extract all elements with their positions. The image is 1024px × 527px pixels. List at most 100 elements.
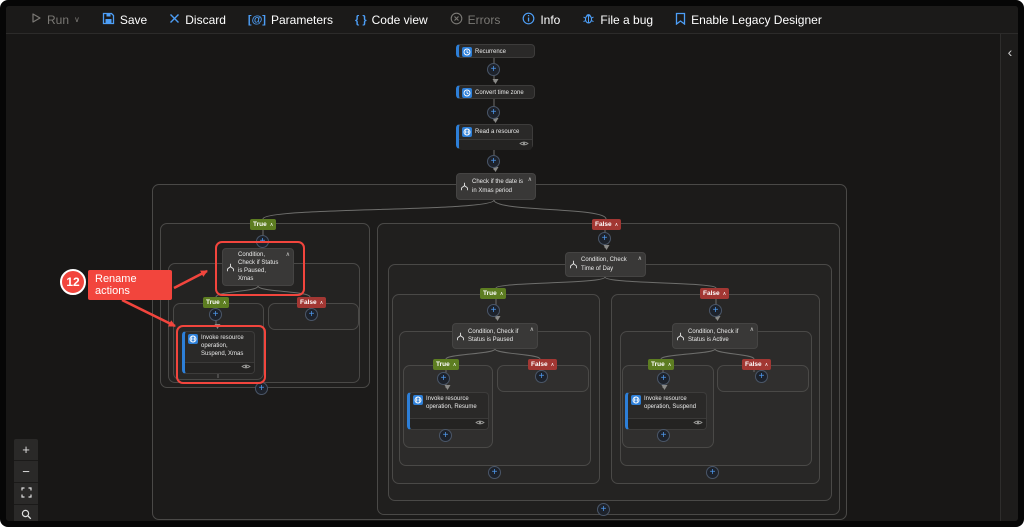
zoom-in-button[interactable]: + [14,439,38,461]
collapse-caret-icon[interactable]: ∧ [270,222,274,228]
add-action-button[interactable]: + [755,370,768,383]
add-action-button[interactable]: + [535,370,548,383]
collapse-caret-icon[interactable]: ∧ [638,255,642,263]
node-convert-time-zone[interactable]: Convert time zone [456,85,535,99]
plus-icon: + [259,384,265,394]
plus-icon: + [309,310,315,320]
node-read-resource[interactable]: Read a resource [456,124,533,149]
add-action-button[interactable]: + [598,232,611,245]
parameters-button[interactable]: [@] Parameters [248,13,333,27]
legacy-label: Enable Legacy Designer [691,13,822,27]
connection-eye-icon [693,419,703,429]
add-action-button[interactable]: + [487,106,500,119]
node-condition-status-active[interactable]: Condition, Check if Status is Active ∧ [672,323,758,349]
zoom-search-button[interactable] [14,505,38,521]
fit-to-window-button[interactable] [14,483,38,505]
collapse-caret-icon[interactable]: ∧ [750,326,754,334]
add-action-button[interactable]: + [305,308,318,321]
true-branch-badge[interactable]: True∧ [203,297,229,308]
run-button[interactable]: Run ∨ [30,12,80,27]
plus-icon: + [491,65,497,75]
false-branch-badge[interactable]: False∧ [592,219,621,230]
file-a-bug-button[interactable]: File a bug [582,12,653,28]
add-action-button[interactable]: + [597,503,610,516]
node-label: Condition, Check if Status is Paused [468,328,527,344]
false-branch-badge[interactable]: False∧ [528,359,557,370]
true-branch-badge[interactable]: True∧ [433,359,459,370]
collapse-caret-icon[interactable]: ∧ [723,291,727,297]
add-action-button[interactable]: + [487,304,500,317]
collapse-caret-icon[interactable]: ∧ [453,362,457,368]
node-check-xmas-condition[interactable]: Check if the date is in Xmas period ∧ [456,173,536,200]
error-circle-icon [450,12,463,28]
plus-icon: + [213,310,219,320]
badge-label: False [300,299,317,306]
code-view-button[interactable]: { } Code view [355,13,428,27]
add-action-button[interactable]: + [709,304,722,317]
node-condition-status-paused[interactable]: Condition, Check if Status is Paused ∧ [452,323,538,349]
run-label: Run [47,13,69,27]
azure-resource-icon [413,395,423,405]
condition-icon [569,260,578,269]
plus-icon: + [491,306,497,316]
collapse-caret-icon[interactable]: ∧ [551,362,555,368]
node-invoke-resume[interactable]: Invoke resource operation, Resume [407,392,489,430]
collapse-caret-icon[interactable]: ∧ [320,300,324,306]
minus-icon: − [22,464,30,479]
node-label: Invoke resource operation, Resume [426,395,485,411]
badge-label: False [703,290,720,297]
code-view-label: Code view [372,13,428,27]
add-action-button[interactable]: + [439,429,452,442]
badge-label: False [531,361,548,368]
discard-button[interactable]: Discard [169,13,226,27]
collapse-caret-icon[interactable]: ∧ [615,222,619,228]
add-action-button[interactable]: + [488,466,501,479]
add-action-button[interactable]: + [657,429,670,442]
collapse-caret-icon[interactable]: ∧ [500,291,504,297]
add-action-button[interactable]: + [706,466,719,479]
node-condition-time-of-day[interactable]: Condition, Check Time of Day ∧ [565,252,646,277]
node-label: Condition, Check Time of Day [581,256,635,272]
errors-button[interactable]: Errors [450,12,501,28]
collapse-panel-button[interactable]: ‹ [1001,34,1018,60]
chevron-down-icon: ∨ [74,15,80,24]
add-action-button[interactable]: + [657,372,670,385]
collapse-caret-icon[interactable]: ∧ [668,362,672,368]
false-branch-badge[interactable]: False∧ [742,359,771,370]
fit-screen-icon [21,486,32,501]
plus-icon: + [661,431,667,441]
false-branch-badge[interactable]: False∧ [297,297,326,308]
badge-label: True [651,361,665,368]
add-action-button[interactable]: + [209,308,222,321]
azure-resource-icon [462,127,472,137]
zoom-out-button[interactable]: − [14,461,38,483]
parameters-icon: [@] [248,14,266,26]
node-recurrence[interactable]: Recurrence [456,44,535,58]
true-branch-badge[interactable]: True∧ [648,359,674,370]
node-invoke-suspend[interactable]: Invoke resource operation, Suspend [625,392,707,430]
add-action-button[interactable]: + [437,372,450,385]
right-panel-strip: ‹ [1000,34,1018,521]
save-button[interactable]: Save [102,12,147,28]
plus-icon: + [443,431,449,441]
true-branch-badge[interactable]: True∧ [250,219,276,230]
flow-canvas[interactable]: Recurrence Convert time zone Read a reso… [6,34,1018,521]
add-action-button[interactable]: + [487,63,500,76]
add-action-button[interactable]: + [487,155,500,168]
discard-label: Discard [185,13,226,27]
info-button[interactable]: Info [522,12,560,28]
collapse-caret-icon[interactable]: ∧ [530,326,534,334]
chevron-left-icon: ‹ [1008,44,1013,60]
file-bug-label: File a bug [600,13,653,27]
false-branch-badge[interactable]: False∧ [700,288,729,299]
plus-icon: + [22,442,30,457]
badge-label: True [206,299,220,306]
node-label: Recurrence [475,48,531,56]
enable-legacy-designer-button[interactable]: Enable Legacy Designer [675,12,822,28]
true-branch-badge[interactable]: True∧ [480,288,506,299]
node-label: Convert time zone [475,89,531,97]
collapse-caret-icon[interactable]: ∧ [223,300,227,306]
annotation-highlight-invoke [176,325,266,384]
collapse-caret-icon[interactable]: ∧ [528,176,532,184]
collapse-caret-icon[interactable]: ∧ [765,362,769,368]
